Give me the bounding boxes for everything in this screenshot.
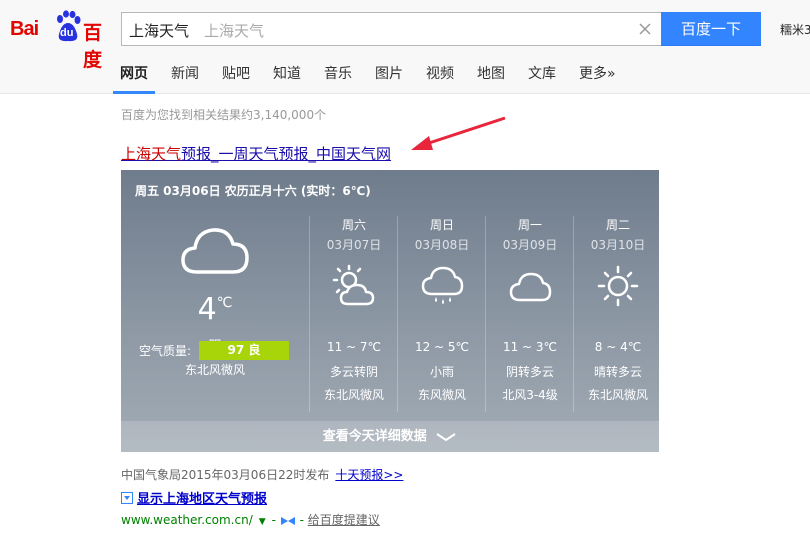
tab-web[interactable]: 网页 — [113, 62, 155, 94]
search-button[interactable]: 百度一下 — [661, 12, 761, 46]
result-title-rest: 预报_一周天气预报_中国天气网 — [181, 145, 392, 163]
user-link[interactable]: 糯米3 — [780, 21, 810, 38]
aqi-label: 空气质量: — [139, 344, 192, 358]
day-name: 周一 — [517, 218, 542, 232]
result-count: 百度为您找到相关结果约3,140,000个 — [121, 108, 327, 122]
day-wind: 东北风微风 — [323, 388, 384, 402]
aqi-badge: 97 良 — [199, 341, 289, 360]
weather-date-line: 周五 03月06日 农历正月十六 (实时：6℃) — [135, 184, 371, 198]
day-temp-range: 12 ~ 5℃ — [414, 340, 470, 354]
weather-card: 周五 03月06日 农历正月十六 (实时：6℃) 4℃ 阴 东北风微风 空气质量… — [121, 170, 659, 452]
ten-day-forecast-link[interactable]: 十天预报>> — [335, 468, 403, 482]
tab-zhidao[interactable]: 知道 — [273, 62, 301, 94]
tab-video[interactable]: 视频 — [426, 62, 454, 94]
day-temp-range: 11 ~ 7℃ — [326, 340, 382, 354]
tab-images[interactable]: 图片 — [375, 62, 403, 94]
sun-cloud-icon — [332, 264, 375, 306]
day-wind: 北风3-4级 — [502, 388, 558, 402]
sun-icon — [597, 265, 639, 307]
day-condition: 多云转阴 — [329, 365, 378, 379]
tab-more[interactable]: 更多» — [579, 62, 616, 94]
cloud-icon — [181, 228, 249, 274]
annotation-arrow-icon — [411, 116, 506, 150]
day-condition: 晴转多云 — [593, 365, 642, 379]
forecast-day: 周六 03月07日 11 ~ 7℃ 多云转阴 东北风微风 — [309, 216, 397, 412]
url-dropdown-icon[interactable]: ▼ — [259, 517, 266, 527]
search-suggestion: 上海天气 — [204, 22, 265, 40]
day-name: 周二 — [605, 218, 630, 232]
result-title-link[interactable]: 上海天气预报_一周天气预报_中国天气网 — [121, 143, 391, 164]
logo-text-du: du — [60, 27, 74, 39]
day-name: 周六 — [341, 218, 366, 232]
day-condition: 阴转多云 — [505, 365, 554, 379]
view-detail-button[interactable]: 查看今天详细数据 — [121, 421, 659, 452]
show-local-label: 显示上海地区天气预报 — [137, 492, 268, 507]
weather-today: 4℃ 阴 东北风微风 — [121, 210, 309, 410]
header: Bai du 百度 上海天气 上海天气 百度一下 糯米3 网页 新闻 贴吧 知道… — [0, 0, 810, 94]
tab-news[interactable]: 新闻 — [171, 62, 199, 94]
tab-tieba[interactable]: 贴吧 — [222, 62, 250, 94]
feedback-icon — [280, 516, 295, 525]
day-temp-range: 11 ~ 3℃ — [502, 340, 558, 354]
logo-text-cn: 百度 — [83, 22, 103, 71]
result-title-highlight: 上海天气 — [121, 145, 182, 163]
result-url: www.weather.com.cn/ — [121, 513, 253, 527]
expand-box-icon — [121, 492, 133, 504]
tab-map[interactable]: 地图 — [477, 62, 505, 94]
forecast-day: 周日 03月08日 12 ~ 5℃ 小雨 东风微风 — [397, 216, 485, 412]
today-wind: 东北风微风 — [184, 363, 245, 377]
source-line: 中国气象局2015年03月06日22时发布 十天预报>> — [121, 466, 403, 483]
temperature-unit: ℃ — [216, 295, 233, 311]
day-temp-range: 8 ~ 4℃ — [594, 340, 642, 354]
day-date: 03月08日 — [414, 238, 470, 252]
source-text: 中国气象局2015年03月06日22时发布 — [121, 468, 330, 482]
forecast-day: 周二 03月10日 8 ~ 4℃ 晴转多云 东北风微风 — [573, 216, 661, 412]
show-local-forecast-link[interactable]: 显示上海地区天气预报 — [121, 488, 267, 507]
baidu-logo[interactable]: Bai du 百度 — [10, 8, 114, 71]
close-icon[interactable] — [637, 21, 653, 37]
tab-wenku[interactable]: 文库 — [528, 62, 556, 94]
feedback-link[interactable]: 给百度提建议 — [308, 513, 380, 527]
day-name: 周日 — [429, 218, 454, 232]
day-date: 03月10日 — [590, 238, 646, 252]
forecast-days: 周六 03月07日 11 ~ 7℃ 多云转阴 东北风微风 周日 03月08日 1… — [309, 216, 661, 412]
rain-cloud-icon — [421, 266, 464, 304]
day-date: 03月09日 — [502, 238, 558, 252]
result-url-line: www.weather.com.cn/▼ - - 给百度提建议 — [121, 513, 380, 527]
tab-music[interactable]: 音乐 — [324, 62, 352, 94]
day-wind: 东北风微风 — [587, 388, 648, 402]
cloud-icon — [509, 272, 552, 302]
logo-text-bai: Bai — [10, 18, 39, 40]
search-tabs: 网页 新闻 贴吧 知道 音乐 图片 视频 地图 文库 更多» — [113, 62, 639, 94]
forecast-day: 周一 03月09日 11 ~ 3℃ 阴转多云 北风3-4级 — [485, 216, 573, 412]
day-date: 03月07日 — [326, 238, 382, 252]
search-query: 上海天气 — [129, 22, 190, 40]
search-input[interactable]: 上海天气 上海天气 — [121, 12, 661, 46]
day-condition: 小雨 — [429, 365, 454, 379]
today-temperature: 4℃ — [197, 292, 233, 327]
day-wind: 东风微风 — [417, 388, 466, 402]
chevron-down-icon — [436, 432, 456, 441]
view-detail-label: 查看今天详细数据 — [322, 429, 427, 444]
